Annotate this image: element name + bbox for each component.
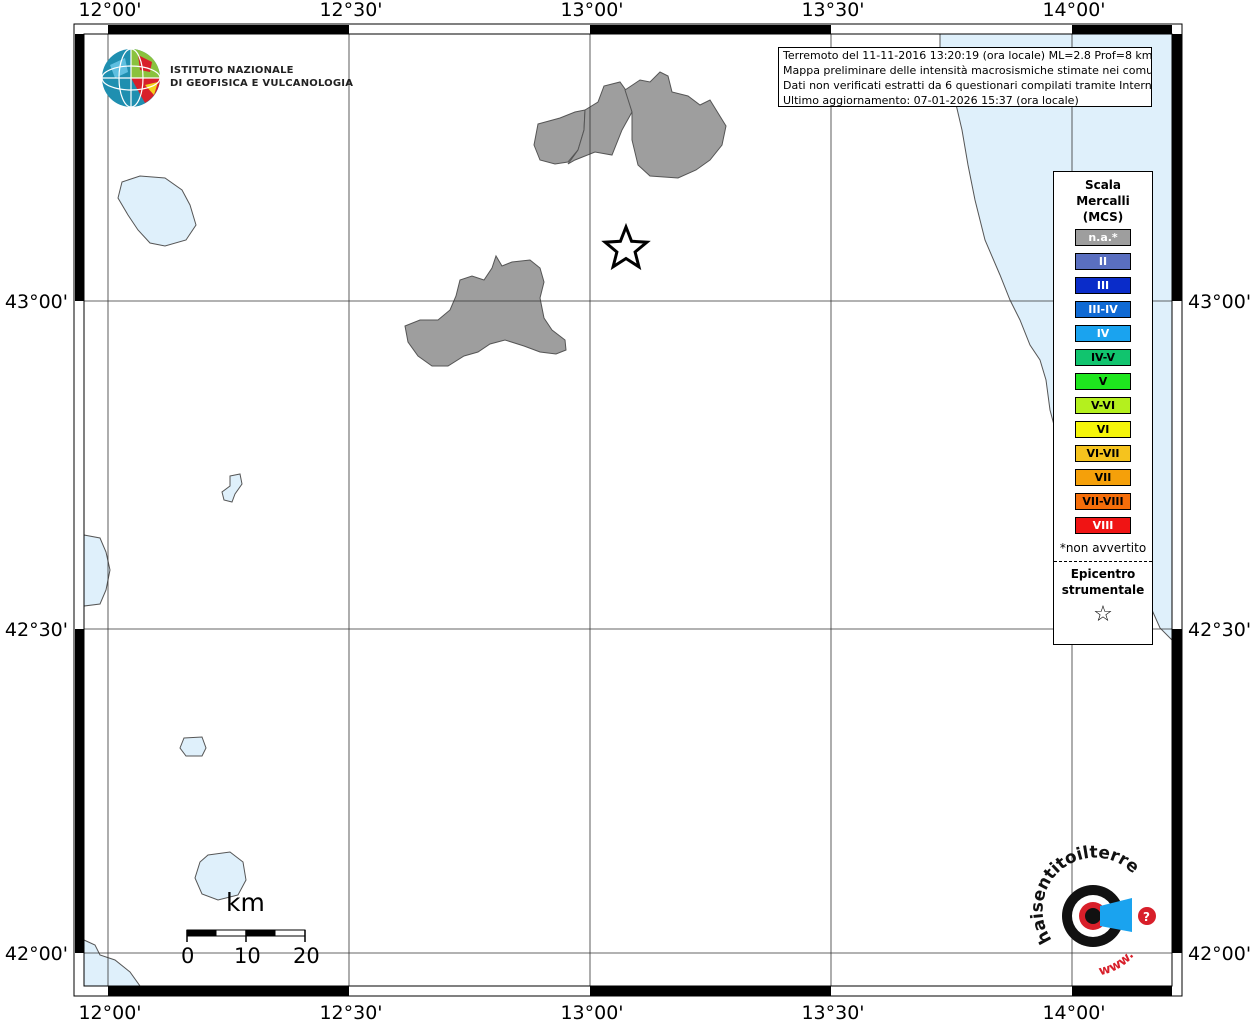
tick-top-4: 13°30' bbox=[801, 0, 864, 21]
tick-left-3: 42°00' bbox=[5, 943, 68, 965]
ingv-globe-icon bbox=[101, 48, 161, 108]
legend-swatch: II bbox=[1075, 253, 1131, 270]
tick-bottom-1: 12°00' bbox=[78, 1002, 141, 1024]
mcs-legend: Scala Mercalli (MCS) n.a.* II III III-IV IV I… bbox=[1053, 171, 1153, 645]
info-box: Terremoto del 11-11-2016 13:20:19 (ora l… bbox=[778, 47, 1152, 107]
scale-unit: km bbox=[226, 888, 265, 917]
legend-title: Scala Mercalli (MCS) bbox=[1054, 177, 1152, 225]
lake-small-2 bbox=[179, 736, 207, 757]
legend-swatch: V-VI bbox=[1075, 397, 1131, 414]
bottom-tick-labels: 12°00' 12°30' 13°00' 13°30' 14°00' bbox=[78, 1002, 1105, 1024]
logo-line-1: ISTITUTO NAZIONALE bbox=[170, 65, 294, 76]
legend-epicenter-label: Epicentro strumentale bbox=[1054, 566, 1152, 598]
tick-top-2: 12°30' bbox=[319, 0, 382, 21]
tick-bottom-4: 13°30' bbox=[801, 1002, 864, 1024]
info-line-4: Ultimo aggiornamento: 07-01-2026 15:37 (… bbox=[783, 94, 1079, 107]
legend-epicenter-line-1: Epicentro bbox=[1070, 567, 1136, 581]
tick-bottom-2: 12°30' bbox=[319, 1002, 382, 1024]
tick-left-2: 42°30' bbox=[5, 619, 68, 641]
legend-items: n.a.* II III III-IV IV IV-V V V-VI VI VI-VII VII VI… bbox=[1054, 229, 1152, 534]
scale-label-10: 10 bbox=[234, 944, 261, 968]
scale-label-20: 20 bbox=[293, 944, 320, 968]
top-tick-labels: 12°00' 12°30' 13°00' 13°30' 14°00' bbox=[78, 0, 1105, 21]
legend-swatch: VII-VIII bbox=[1075, 493, 1131, 510]
legend-title-line-2: Mercalli bbox=[1076, 194, 1130, 208]
left-tick-labels: 43°00' 42°30' 42°00' bbox=[5, 291, 68, 965]
svg-text:?: ? bbox=[1143, 910, 1150, 924]
legend-swatch: VII bbox=[1075, 469, 1131, 486]
tick-top-1: 12°00' bbox=[78, 0, 141, 21]
legend-not-felt-note: *non avvertito bbox=[1059, 541, 1147, 555]
tick-bottom-3: 13°00' bbox=[560, 1002, 623, 1024]
legend-swatch: V bbox=[1075, 373, 1131, 390]
tick-right-1: 43°00' bbox=[1188, 291, 1251, 313]
info-line-3: Dati non verificati estratti da 6 questi… bbox=[783, 79, 1152, 92]
legend-star-icon: ☆ bbox=[1093, 602, 1113, 627]
legend-swatch: n.a.* bbox=[1075, 229, 1131, 246]
legend-swatch: IV bbox=[1075, 325, 1131, 342]
scale-label-0: 0 bbox=[181, 944, 195, 968]
tick-right-3: 42°00' bbox=[1188, 943, 1251, 965]
legend-swatch: VI bbox=[1075, 421, 1131, 438]
legend-separator bbox=[1054, 561, 1152, 562]
legend-title-line-1: Scala bbox=[1084, 178, 1122, 192]
tick-top-3: 13°00' bbox=[560, 0, 623, 21]
legend-swatch: III bbox=[1075, 277, 1131, 294]
legend-swatch: VI-VII bbox=[1075, 445, 1131, 462]
legend-title-line-3: (MCS) bbox=[1082, 210, 1124, 224]
legend-swatch: IV-V bbox=[1075, 349, 1131, 366]
info-line-1: Terremoto del 11-11-2016 13:20:19 (ora l… bbox=[783, 49, 1152, 62]
legend-swatch: VIII bbox=[1075, 517, 1131, 534]
ingv-logo-text: ISTITUTO NAZIONALE DI GEOFISICA E VULCAN… bbox=[170, 64, 353, 90]
tick-top-5: 14°00' bbox=[1042, 0, 1105, 21]
info-line-2: Mappa preliminare delle intensità macros… bbox=[783, 64, 1152, 77]
tick-left-1: 43°00' bbox=[5, 291, 68, 313]
tick-bottom-5: 14°00' bbox=[1042, 1002, 1105, 1024]
legend-epicenter-line-2: strumentale bbox=[1061, 583, 1145, 597]
tick-right-2: 42°30' bbox=[1188, 619, 1251, 641]
logo-line-2: DI GEOFISICA E VULCANOLOGIA bbox=[170, 78, 354, 89]
legend-swatch: III-IV bbox=[1075, 301, 1131, 318]
right-tick-labels: 43°00' 42°30' 42°00' bbox=[1188, 291, 1251, 965]
